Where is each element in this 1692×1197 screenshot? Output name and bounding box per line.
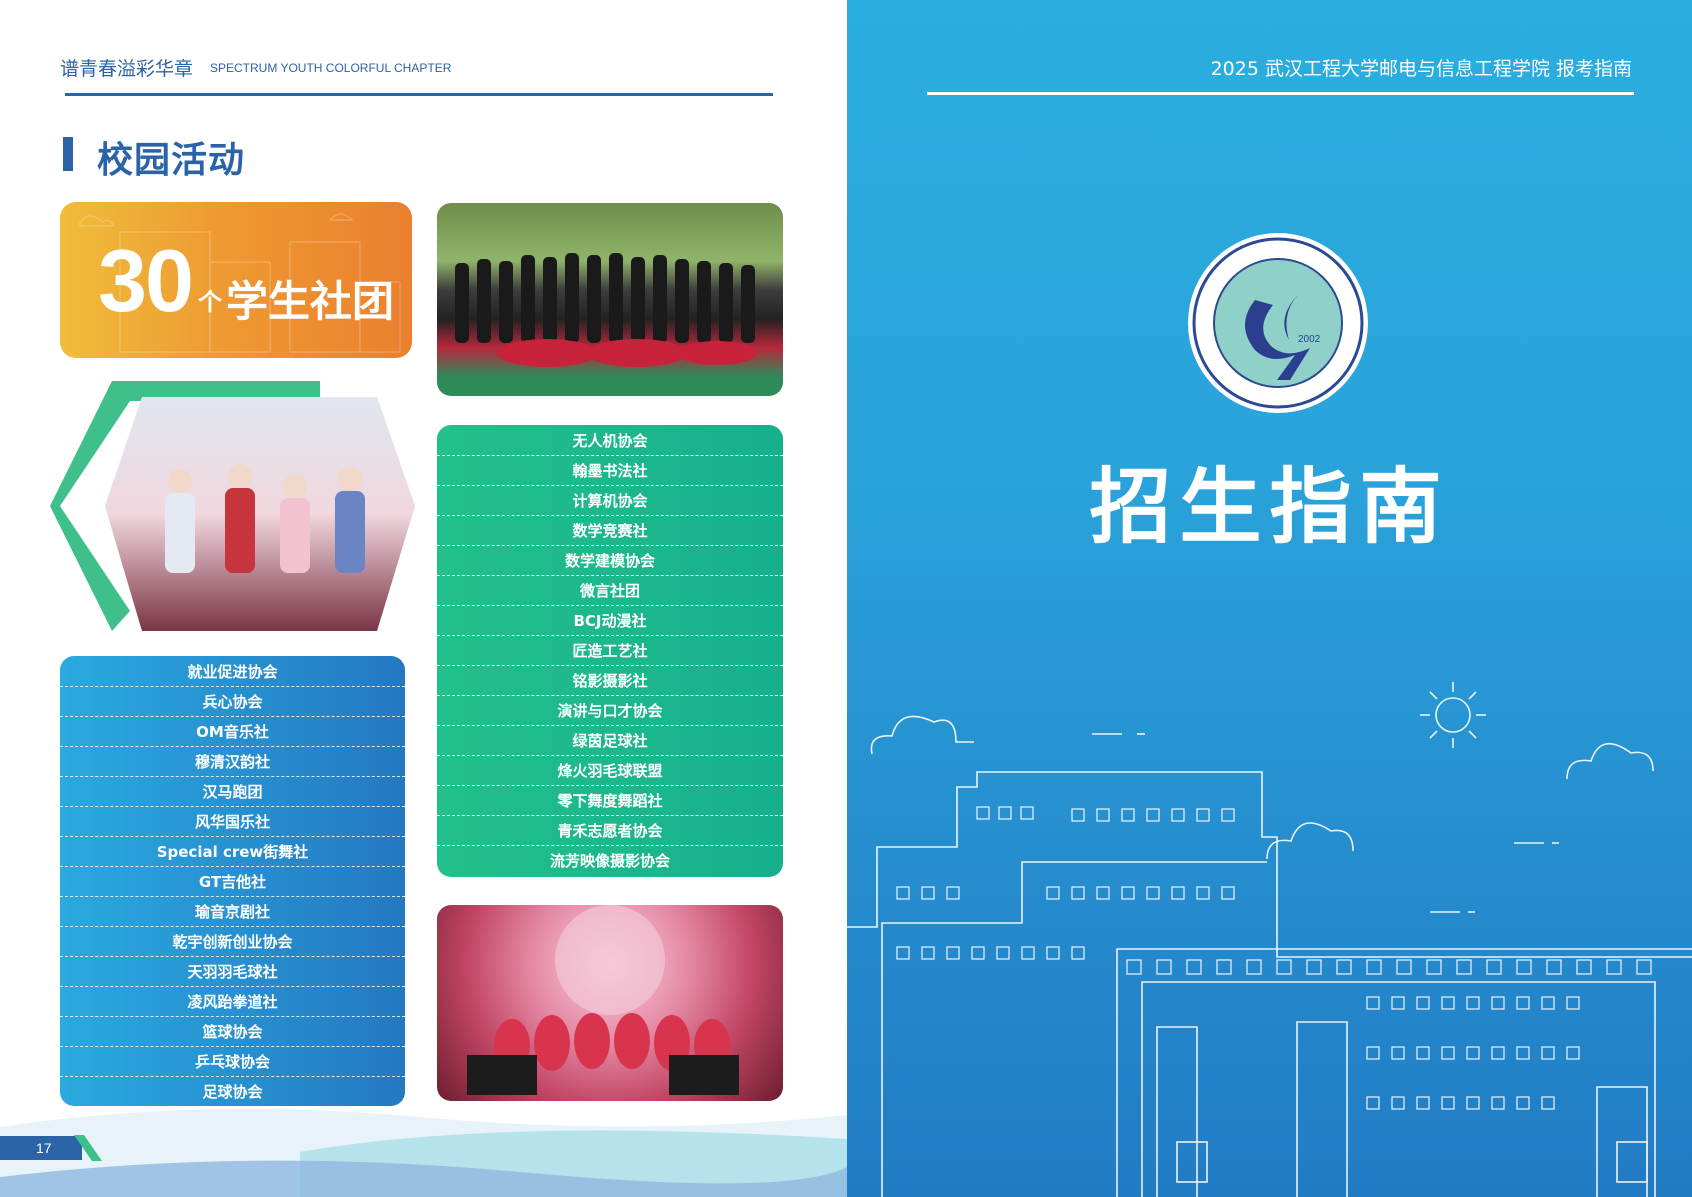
list-item: 演讲与口才协会 <box>557 702 663 720</box>
list-item: 天羽羽毛球社 <box>187 963 278 981</box>
list-item: 零下舞度舞蹈社 <box>557 792 663 810</box>
list-item: 烽火羽毛球联盟 <box>557 762 663 780</box>
list-item: 数学建模协会 <box>564 552 655 570</box>
list-item: 绿茵足球社 <box>572 732 648 750</box>
list-item: 计算机协会 <box>572 492 648 510</box>
list-item: 青禾志愿者协会 <box>557 822 663 840</box>
list-item: 乾宇创新创业协会 <box>172 933 293 951</box>
school-logo-icon: 2002 <box>1188 233 1368 413</box>
club-list-green: 无人机协会 翰墨书法社 计算机协会 数学竞赛社 数学建模协会 微言社团 BCJ动… <box>437 425 783 877</box>
list-item: 无人机协会 <box>572 432 648 450</box>
list-item: 汉马跑团 <box>202 783 263 801</box>
list-item: 铭影摄影社 <box>572 672 648 690</box>
list-item: 兵心协会 <box>202 693 263 711</box>
stage-dance-photo <box>437 905 783 1101</box>
right-page: 2025 武汉工程大学邮电与信息工程学院 报考指南 2002 招生指南 <box>847 0 1692 1197</box>
page-tab-stripe-icon <box>74 1135 102 1161</box>
club-count-card: 30 个 学生社团 <box>60 202 412 358</box>
header-divider <box>65 93 773 96</box>
guide-header: 2025 武汉工程大学邮电与信息工程学院 报考指南 <box>1210 58 1632 80</box>
performers-silhouette-icon <box>455 253 757 367</box>
list-item: 流芳映像摄影协会 <box>549 852 670 870</box>
left-page: 谱青春溢彩华章 SPECTRUM YOUTH COLORFUL CHAPTER … <box>0 0 847 1197</box>
club-count-unit: 个 <box>198 288 222 316</box>
list-item: 翰墨书法社 <box>572 462 648 480</box>
page-number: 17 <box>0 1136 82 1160</box>
list-item: 就业促进协会 <box>187 663 278 681</box>
list-item: 乒乓球协会 <box>194 1053 270 1071</box>
list-item: 篮球协会 <box>202 1023 263 1041</box>
list-item: 凌风跆拳道社 <box>187 993 278 1011</box>
list-item: 穆清汉韵社 <box>194 753 270 771</box>
dance-group-photo <box>437 203 783 396</box>
list-item: GT吉他社 <box>198 873 267 891</box>
list-item: Special crew街舞社 <box>156 843 309 861</box>
opera-hexagon-photo <box>50 381 415 631</box>
list-item: 匠造工艺社 <box>572 642 648 660</box>
list-item: 瑜音京剧社 <box>194 903 270 921</box>
list-item: BCJ动漫社 <box>573 612 647 630</box>
club-list-blue: 就业促进协会 兵心协会 OM音乐社 穆清汉韵社 汉马跑团 风华国乐社 Speci… <box>60 656 405 1106</box>
guide-header-divider <box>927 92 1634 95</box>
list-item: 微言社团 <box>579 582 640 600</box>
header-english: SPECTRUM YOUTH COLORFUL CHAPTER <box>210 61 452 75</box>
header-chinese: 谱青春溢彩华章 <box>60 58 194 80</box>
list-item: 风华国乐社 <box>194 813 270 831</box>
stage-performers-icon <box>467 905 739 1095</box>
list-item: 数学竞赛社 <box>572 522 648 540</box>
logo-year: 2002 <box>1298 334 1321 345</box>
opera-performers-icon <box>50 381 415 631</box>
club-count-label: 学生社团 <box>226 277 395 326</box>
admission-guide-title: 招生指南 <box>1089 460 1450 555</box>
campus-skyline-icon <box>847 682 1692 1197</box>
club-count-number: 30 <box>98 231 194 330</box>
wave-decoration-icon <box>0 1109 847 1197</box>
section-marker <box>63 137 73 171</box>
section-title: 校园活动 <box>97 140 246 181</box>
list-item: OM音乐社 <box>196 723 269 741</box>
